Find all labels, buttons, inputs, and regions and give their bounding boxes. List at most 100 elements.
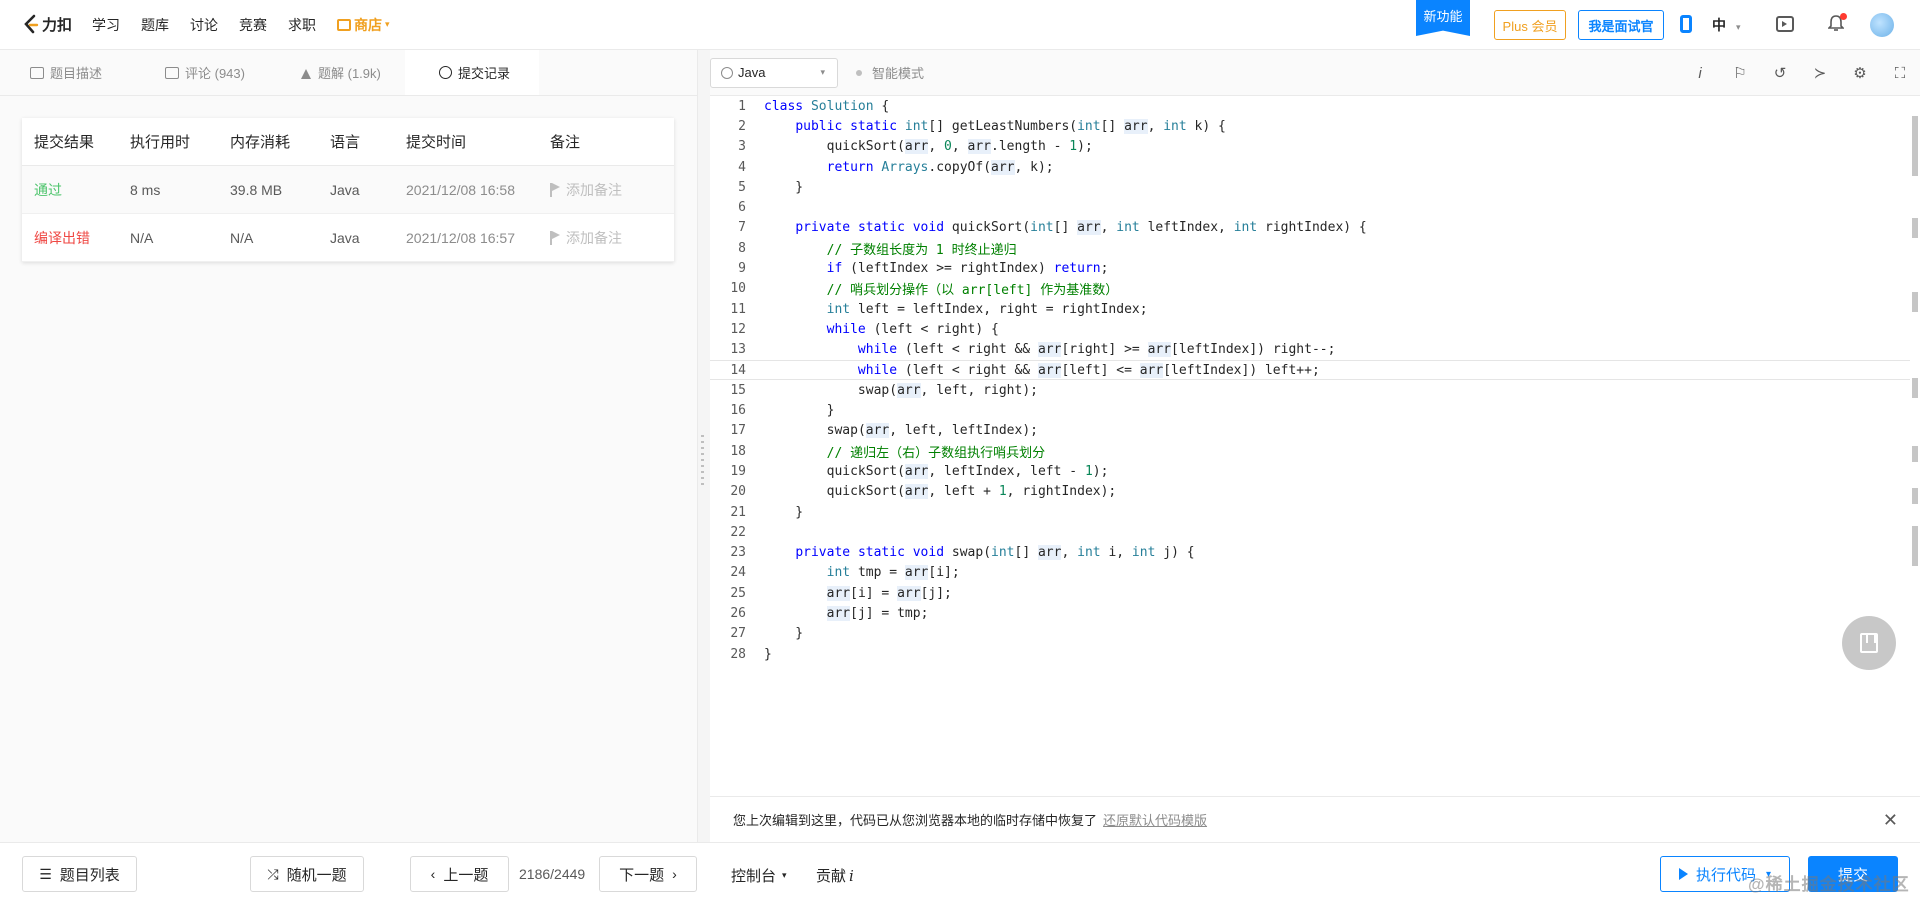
tab-submissions[interactable]: 提交记录	[405, 50, 539, 95]
contribute-button[interactable]: 贡献 i	[816, 865, 854, 886]
close-icon[interactable]: ✕	[1883, 810, 1898, 831]
code-line[interactable]: 4 return Arrays.copyOf(arr, k);	[710, 157, 1910, 177]
table-row[interactable]: 通过 8 ms 39.8 MB Java 2021/12/08 16:58 添加…	[22, 166, 674, 214]
code-line[interactable]: 2 public static int[] getLeastNumbers(in…	[710, 116, 1910, 136]
result-compile-error[interactable]: 编译出错	[22, 228, 130, 248]
code-line[interactable]: 23 private static void swap(int[] arr, i…	[710, 543, 1910, 563]
bottom-bar: ☰ 题目列表 ⤮ 随机一题 ‹ 上一题 2186/2449 下一题 › 控制台 …	[0, 842, 1920, 902]
code-line[interactable]: 26 arr[j] = tmp;	[710, 603, 1910, 623]
language-select-value: Java	[738, 65, 766, 80]
code-text: swap(arr, left, right);	[857, 382, 1038, 398]
code-line[interactable]: 10 // 哨兵划分操作（以 arr[left] 作为基准数）	[710, 279, 1910, 299]
code-line[interactable]: 13 while (left < right && arr[right] >= …	[710, 340, 1910, 360]
code-line[interactable]: 14 while (left < right && arr[left] <= a…	[710, 359, 1910, 381]
nav-store-label: 商店	[354, 16, 383, 33]
interviewer-button[interactable]: 我是面试官	[1578, 10, 1664, 40]
leetcode-logo-icon	[24, 14, 39, 33]
next-problem-label: 下一题	[619, 866, 665, 884]
flask-icon	[300, 66, 312, 80]
nav-discuss[interactable]: 讨论	[190, 15, 218, 35]
reset-icon[interactable]: ↺	[1760, 64, 1800, 82]
language-switch[interactable]: 中 ▾	[1712, 15, 1741, 35]
console-toggle[interactable]: 控制台 ▾	[731, 865, 787, 886]
header-runtime: 执行用时	[130, 134, 191, 151]
editor-scrollbar[interactable]	[1910, 96, 1920, 796]
code-line[interactable]: 7 private static void quickSort(int[] ar…	[710, 218, 1910, 238]
panel-splitter[interactable]	[698, 50, 710, 842]
line-number: 11	[730, 301, 746, 317]
fullscreen-icon[interactable]: ⛶	[1880, 65, 1920, 82]
code-text: }	[764, 646, 772, 662]
nav-problems[interactable]: 题库	[141, 15, 169, 35]
tab-comments[interactable]: 评论 (943)	[135, 50, 270, 95]
new-feature-badge[interactable]: 新功能	[1416, 0, 1470, 36]
code-text: while (left < right && arr[right] >= arr…	[857, 342, 1336, 358]
problem-list-button[interactable]: ☰ 题目列表	[22, 856, 137, 892]
leetcode-logo[interactable]: 力扣	[22, 14, 72, 36]
code-line[interactable]: 1 class Solution {	[710, 96, 1910, 116]
line-number: 25	[730, 585, 746, 601]
code-editor[interactable]: 1 class Solution {2 public static int[] g…	[710, 96, 1910, 796]
code-line[interactable]: 24 int tmp = arr[i];	[710, 563, 1910, 583]
code-line[interactable]: 6	[710, 197, 1910, 217]
table-row[interactable]: 编译出错 N/A N/A Java 2021/12/08 16:57 添加备注	[22, 214, 674, 262]
code-line[interactable]: 8 // 子数组长度为 1 时终止递归	[710, 238, 1910, 258]
random-problem-button[interactable]: ⤮ 随机一题	[250, 856, 364, 892]
chevron-down-icon: ▾	[820, 67, 825, 77]
nav-store[interactable]: 商店 ▾	[337, 15, 390, 35]
mobile-icon[interactable]	[1680, 15, 1692, 33]
run-code-label: 执行代码	[1695, 866, 1756, 884]
settings-icon[interactable]: ⚙	[1840, 64, 1880, 82]
line-number: 28	[730, 646, 746, 662]
code-line[interactable]: 15 swap(arr, left, right);	[710, 380, 1910, 400]
code-line[interactable]: 17 swap(arr, left, leftIndex);	[710, 421, 1910, 441]
result-accepted[interactable]: 通过	[22, 180, 130, 200]
code-line[interactable]: 25 arr[i] = arr[j];	[710, 583, 1910, 603]
code-line[interactable]: 11 int left = leftIndex, right = rightIn…	[710, 299, 1910, 319]
code-line[interactable]: 16 }	[710, 400, 1910, 420]
chevron-down-icon: ▾	[385, 19, 390, 29]
code-line[interactable]: 21 }	[710, 502, 1910, 522]
header-memory: 内存消耗	[230, 134, 291, 151]
code-text: while (left < right && arr[left] <= arr[…	[857, 362, 1320, 378]
smart-mode-toggle[interactable]: 智能模式	[856, 63, 924, 82]
code-text: int left = leftIndex, right = rightIndex…	[826, 301, 1148, 317]
language-select[interactable]: Java ▾	[710, 57, 838, 88]
code-line[interactable]: 5 }	[710, 177, 1910, 197]
nav-jobs[interactable]: 求职	[288, 15, 316, 35]
playground-icon[interactable]	[1776, 16, 1794, 32]
info-italic-icon[interactable]: i	[1680, 65, 1720, 82]
restore-default-link[interactable]: 还原默认代码模版	[1103, 810, 1207, 829]
prev-problem-button[interactable]: ‹ 上一题	[410, 856, 509, 892]
code-line[interactable]: 3 quickSort(arr, 0, arr.length - 1);	[710, 137, 1910, 157]
nav-contest[interactable]: 竞赛	[239, 15, 267, 35]
tab-description[interactable]: 题目描述	[0, 50, 135, 95]
code-line[interactable]: 19 quickSort(arr, leftIndex, left - 1);	[710, 461, 1910, 481]
terminal-icon[interactable]: ≻	[1800, 64, 1840, 82]
add-note-button[interactable]: 添加备注	[550, 228, 674, 248]
next-problem-button[interactable]: 下一题 ›	[599, 856, 697, 892]
line-number: 22	[730, 524, 746, 540]
code-line[interactable]: 20 quickSort(arr, left + 1, rightIndex);	[710, 482, 1910, 502]
notes-fab-button[interactable]	[1842, 616, 1896, 670]
description-icon	[30, 66, 44, 79]
flag-icon[interactable]: ⚐	[1720, 64, 1760, 82]
chevron-left-icon: ‹	[430, 866, 436, 882]
code-line[interactable]: 28}	[710, 644, 1910, 664]
drag-handle-icon	[701, 435, 704, 485]
add-note-button[interactable]: 添加备注	[550, 180, 674, 200]
code-line[interactable]: 27 }	[710, 624, 1910, 644]
code-text: // 哨兵划分操作（以 arr[left] 作为基准数）	[826, 283, 1119, 299]
notebook-icon	[1860, 633, 1878, 653]
code-line[interactable]: 12 while (left < right) {	[710, 319, 1910, 339]
scroll-marker	[1912, 488, 1918, 504]
plus-member-button[interactable]: Plus 会员	[1494, 10, 1566, 40]
code-line[interactable]: 18 // 递归左（右）子数组执行哨兵划分	[710, 441, 1910, 461]
code-text: quickSort(arr, 0, arr.length - 1);	[826, 139, 1093, 155]
avatar[interactable]	[1870, 13, 1894, 37]
code-line[interactable]: 22	[710, 522, 1910, 542]
line-number: 5	[738, 179, 746, 195]
code-line[interactable]: 9 if (leftIndex >= rightIndex) return;	[710, 258, 1910, 278]
tab-solutions[interactable]: 题解 (1.9k)	[270, 50, 405, 95]
nav-learn[interactable]: 学习	[92, 15, 120, 35]
